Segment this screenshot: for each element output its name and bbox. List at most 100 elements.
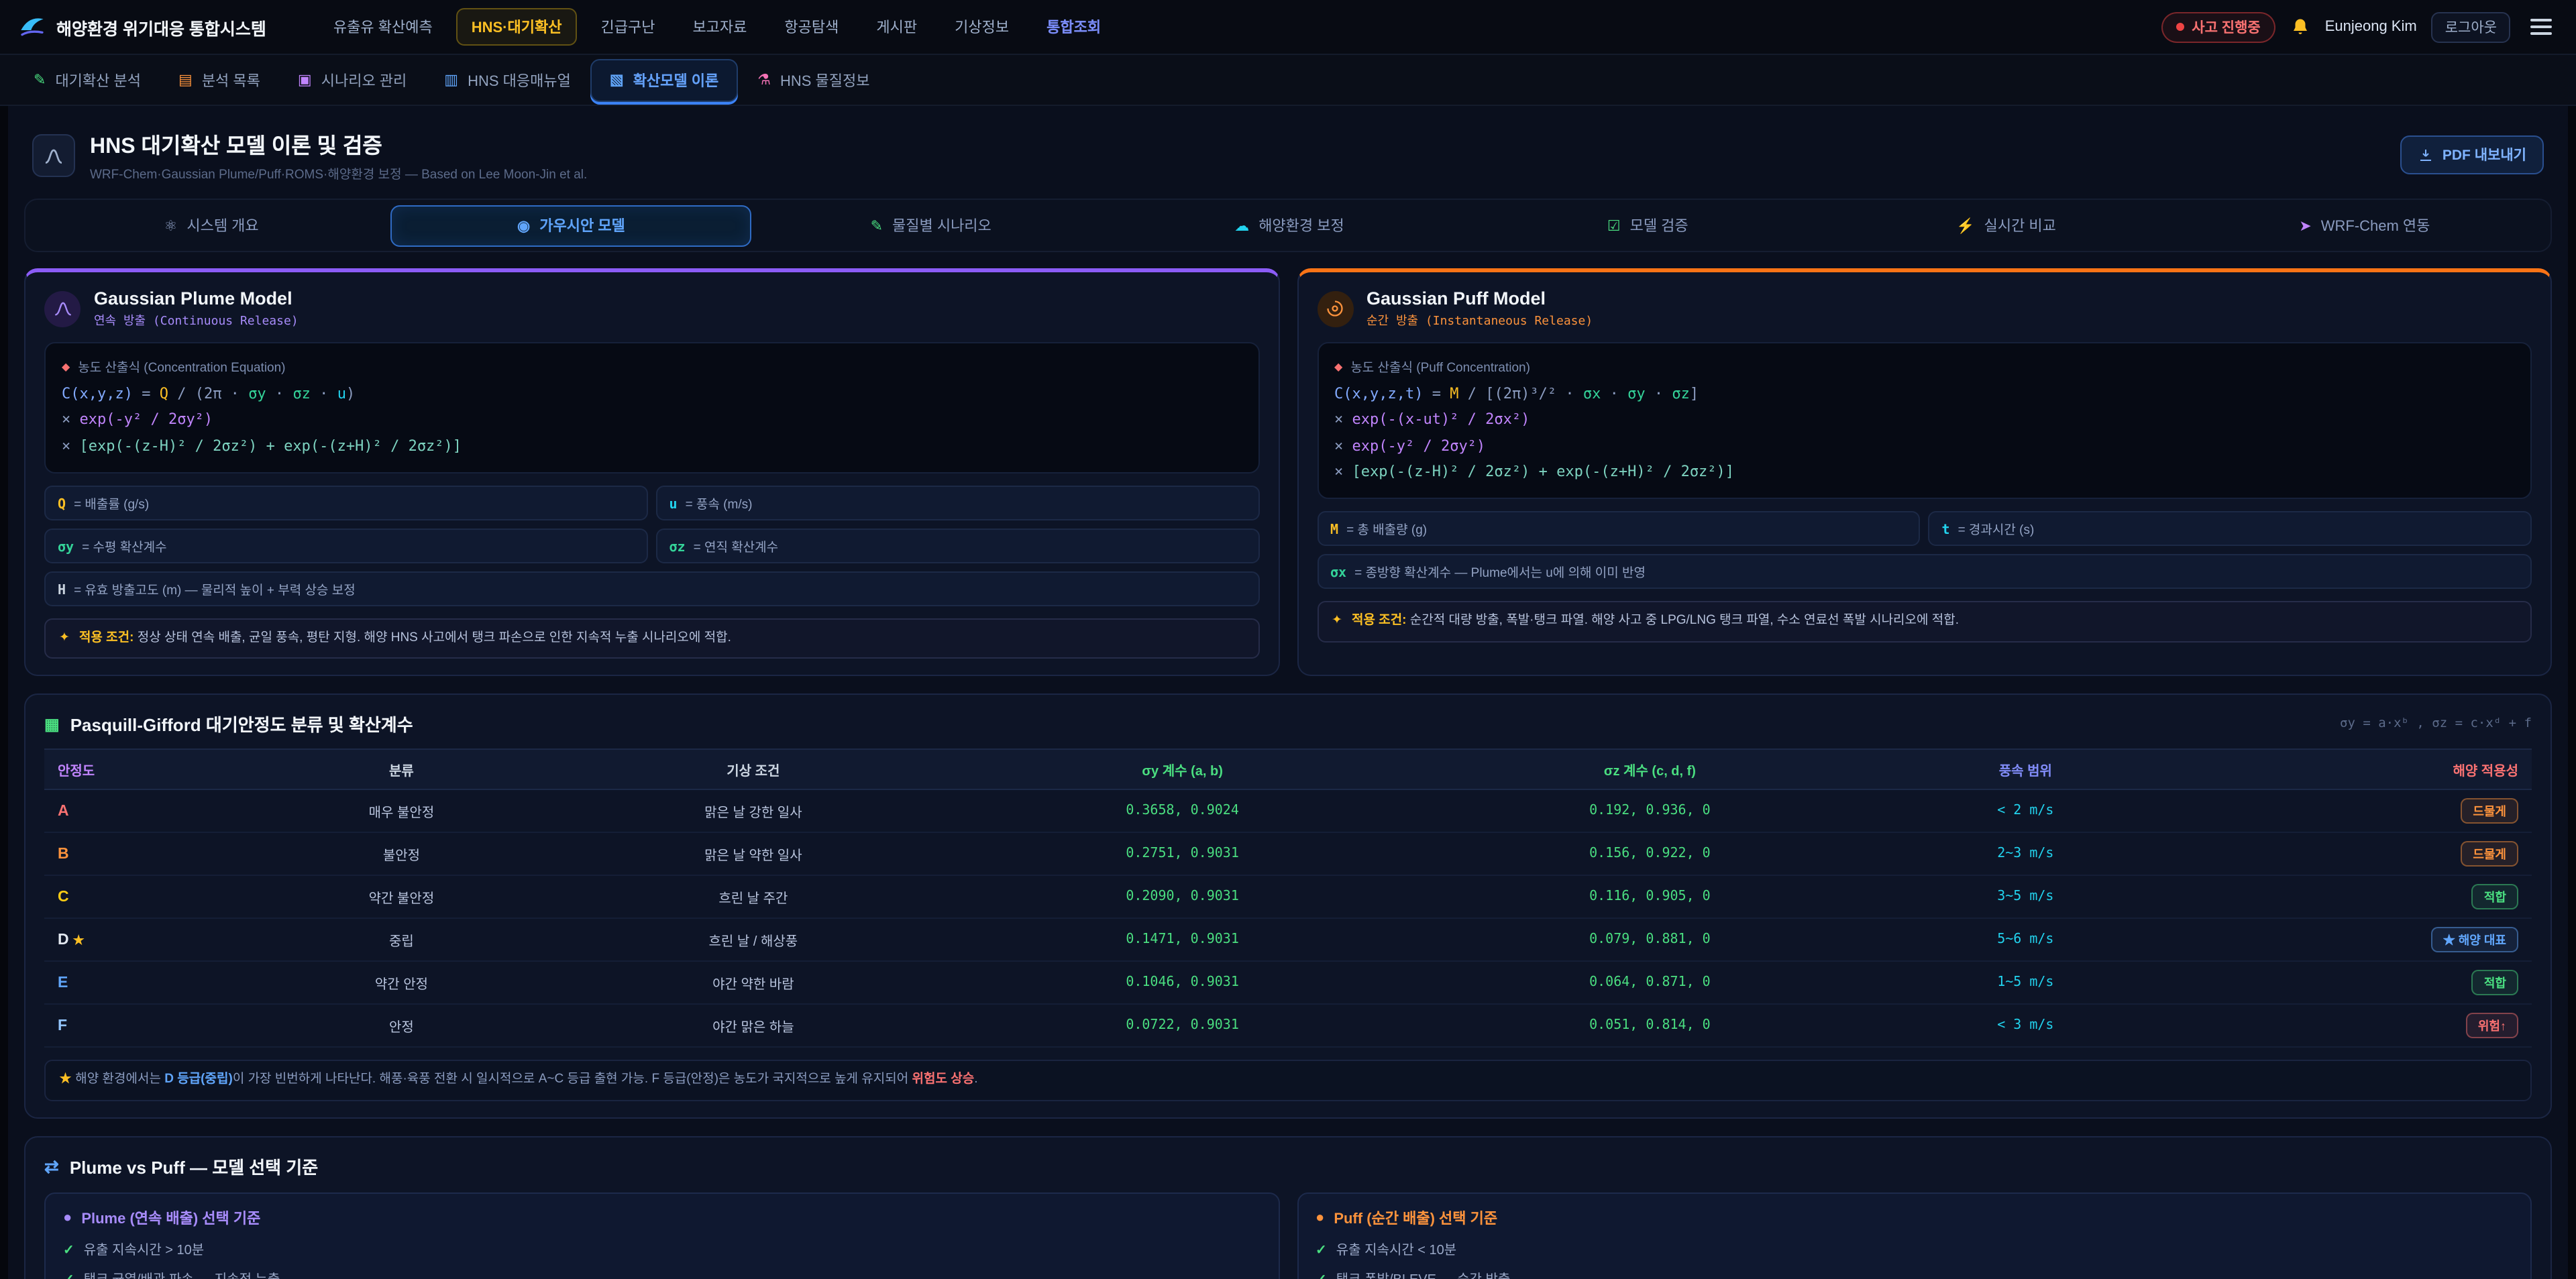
main-menu: 유출유 확산예측 HNS·대기확산 긴급구난 보고자료 항공탐색 게시판 기상정… — [320, 8, 1114, 46]
incident-label: 사고 진행중 — [2192, 17, 2260, 37]
layers-icon: ▣ — [298, 71, 312, 89]
page-title: HNS 대기확산 모델 이론 및 검증 — [90, 127, 587, 160]
gaussian-puff-card: Gaussian Puff Model 순간 방출 (Instantaneous… — [1297, 268, 2552, 677]
rocket-icon: ➤ — [2299, 217, 2311, 234]
param-row-q: Q = 배출률 (g/s) — [44, 486, 648, 520]
criteria-item: ✓유출 지속시간 < 10분 — [1316, 1238, 2513, 1258]
section-tab-bar: ⚛ 시스템 개요 ◉ 가우시안 모델 ✎ 물질별 시나리오 ☁ 해양환경 보정 … — [24, 199, 2552, 252]
chart-icon: ▧ — [610, 71, 624, 89]
subnav-tab-model-theory[interactable]: ▧ 확산모델 이론 — [591, 58, 737, 101]
user-name: Eunjeong Kim — [2325, 19, 2417, 35]
plume-formula-block: ◆ 농도 산출식 (Concentration Equation) C(x,y,… — [44, 342, 1259, 474]
bell-curve-icon — [44, 290, 80, 327]
check-icon: ✓ — [1316, 1273, 1327, 1279]
pin-icon: ◆ — [62, 360, 70, 372]
suitability-badge: 적합 — [2472, 970, 2518, 996]
plume-formula-line-3: × [exp(-(z-H)² / 2σz²) + exp(-(z+H)² / 2… — [62, 433, 1242, 459]
nav-right: 사고 진행중 Eunjeong Kim 로그아웃 — [2161, 11, 2557, 42]
distribution-icon: ◉ — [517, 217, 530, 234]
purple-dot-icon: ● — [63, 1210, 72, 1226]
table-footnote: ★ 해양 환경에서는 D 등급(중립)이 가장 빈번하게 나타난다. 해풍·육풍… — [44, 1060, 2532, 1101]
page-chart-icon — [32, 133, 75, 176]
bar-chart-icon: ▦ — [44, 715, 60, 734]
table-header-row: 안정도 분류 기상 조건 σy 계수 (a, b) σz 계수 (c, d, f… — [44, 750, 2532, 790]
plume-apply-note: ✦ 적용 조건: 정상 상태 연속 배출, 균일 풍속, 평탄 지형. 해양 H… — [44, 618, 1259, 659]
puff-formula-line-2: × exp(-(x-ut)² / 2σx²) — [1334, 407, 2514, 433]
section-tab-gaussian-model[interactable]: ◉ 가우시안 모델 — [390, 205, 751, 246]
menu-item-weather[interactable]: 기상정보 — [941, 9, 1022, 44]
subnav-tab-scenario-manage[interactable]: ▣ 시나리오 관리 — [280, 60, 424, 100]
plume-params: Q = 배출률 (g/s) u = 풍속 (m/s) σy = 수평 확산계수 … — [44, 486, 1259, 606]
puff-apply-note: ✦ 적용 조건: 순간적 대량 방출, 폭발·탱크 파열. 해양 사고 중 LP… — [1317, 601, 2532, 642]
suitability-badge: 적합 — [2472, 885, 2518, 910]
subnav-tab-analysis[interactable]: ✎ 대기확산 분석 — [16, 60, 158, 100]
atom-icon: ⚛ — [164, 217, 178, 234]
menu-item-integrated-search[interactable]: 통합조회 — [1033, 9, 1114, 44]
page-subtitle: WRF-Chem·Gaussian Plume/Puff·ROMS·해양환경 보… — [90, 164, 587, 182]
table-row-f: F 안정야간 맑은 하늘 0.0722, 0.90310.051, 0.814,… — [44, 1005, 2532, 1048]
incident-status-badge[interactable]: 사고 진행중 — [2161, 11, 2275, 42]
pencil-icon: ✎ — [34, 71, 46, 89]
brand: 해양환경 위기대응 통합시스템 — [19, 13, 266, 40]
puff-card-title: Gaussian Puff Model — [1366, 288, 1593, 309]
cloud-icon: ☁ — [1234, 217, 1249, 234]
puff-card-subtitle: 순간 방출 (Instantaneous Release) — [1366, 311, 1593, 329]
check-icon: ✓ — [1316, 1243, 1327, 1258]
menu-item-aerial-search[interactable]: 항공탐색 — [771, 9, 852, 44]
suitability-badge: 위험↑ — [2466, 1013, 2518, 1039]
menu-item-board[interactable]: 게시판 — [863, 9, 930, 44]
puff-formula-line-3: × exp(-y² / 2σy²) — [1334, 433, 2514, 459]
param-row-u: u = 풍속 (m/s) — [656, 486, 1260, 520]
section-tab-substance-scenario[interactable]: ✎ 물질별 시나리오 — [752, 206, 1110, 245]
pin-icon: ◆ — [1334, 360, 1342, 372]
menu-item-hns-diffusion[interactable]: HNS·대기확산 — [457, 8, 577, 46]
puff-formula-line-4: × [exp(-(z-H)² / 2σz²) + exp(-(z+H)² / 2… — [1334, 459, 2514, 485]
plume-formula-line-2: × exp(-y² / 2σy²) — [62, 407, 1242, 433]
section-tab-wrf-chem[interactable]: ➤ WRF-Chem 연동 — [2186, 206, 2544, 245]
bulb-icon: ✦ — [59, 629, 70, 649]
selection-title: ⇄ Plume vs Puff — 모델 선택 기준 — [44, 1154, 2532, 1179]
pencil-icon: ✎ — [871, 217, 883, 234]
model-cards-row: Gaussian Plume Model 연속 방출 (Continuous R… — [24, 268, 2552, 677]
suitability-badge: 드물게 — [2461, 799, 2518, 824]
pdf-export-button[interactable]: PDF 내보내기 — [2401, 135, 2544, 174]
stability-table: 안정도 분류 기상 조건 σy 계수 (a, b) σz 계수 (c, d, f… — [44, 749, 2532, 1048]
param-row-m: M = 총 배출량 (g) — [1317, 511, 1921, 546]
subnav-tab-hns-substance[interactable]: ⚗ HNS 물질정보 — [740, 60, 887, 100]
subnav-tab-hns-manual[interactable]: ▥ HNS 대응매뉴얼 — [427, 60, 588, 100]
puff-criteria-panel: ● Puff (순간 배출) 선택 기준 ✓유출 지속시간 < 10분 ✓탱크 … — [1297, 1192, 2532, 1279]
download-icon — [2418, 147, 2434, 163]
table-row-b: B 불안정맑은 날 약한 일사 0.2751, 0.90310.156, 0.9… — [44, 833, 2532, 876]
section-tab-marine-correction[interactable]: ☁ 해양환경 보정 — [1110, 206, 1468, 245]
bell-icon[interactable] — [2290, 17, 2310, 37]
menu-item-rescue[interactable]: 긴급구난 — [587, 9, 668, 44]
main-content: HNS 대기확산 모델 이론 및 검증 WRF-Chem·Gaussian Pl… — [8, 106, 2568, 1279]
brand-title: 해양환경 위기대응 통합시스템 — [56, 14, 266, 40]
table-row-d: D★ 중립흐린 날 / 해상풍 0.1471, 0.90310.079, 0.8… — [44, 919, 2532, 962]
section-tab-realtime-compare[interactable]: ⚡ 실시간 비교 — [1827, 206, 2185, 245]
param-row-t: t = 경과시간 (s) — [1929, 511, 2532, 546]
table-title: ▦ Pasquill-Gifford 대기안정도 분류 및 확산계수 — [44, 712, 413, 737]
gaussian-plume-card: Gaussian Plume Model 연속 방출 (Continuous R… — [24, 268, 1279, 677]
puff-params: M = 총 배출량 (g) t = 경과시간 (s) σx = 종방향 확산계수… — [1317, 511, 2532, 589]
flask-icon: ⚗ — [757, 71, 771, 89]
subnav-tab-analysis-list[interactable]: ▤ 분석 목록 — [161, 60, 278, 100]
plume-formula-line-1: C(x,y,z) = Q / (2π · σy · σz · u) — [62, 381, 1242, 407]
section-tab-model-validation[interactable]: ☑ 모델 검증 — [1468, 206, 1827, 245]
orange-dot-icon: ● — [1316, 1210, 1324, 1226]
plume-criteria-panel: ● Plume (연속 배출) 선택 기준 ✓유출 지속시간 > 10분 ✓탱크… — [44, 1192, 1279, 1279]
table-row-e: E 약간 안정야간 약한 바람 0.1046, 0.90310.064, 0.8… — [44, 962, 2532, 1005]
model-selection-card: ⇄ Plume vs Puff — 모델 선택 기준 ● Plume (연속 배… — [24, 1136, 2552, 1279]
criteria-item: ✓탱크 균열/배관 파손 — 지속적 누출 — [63, 1268, 1260, 1279]
list-icon: ▤ — [178, 71, 193, 89]
menu-item-reports[interactable]: 보고자료 — [679, 9, 760, 44]
criteria-item: ✓탱크 폭발/BLEVE — 순간 방출 — [1316, 1268, 2513, 1279]
logout-button[interactable]: 로그아웃 — [2432, 11, 2510, 42]
menu-item-oil-spill[interactable]: 유출유 확산예측 — [320, 9, 446, 44]
check-icon: ✓ — [63, 1273, 74, 1279]
book-icon: ▥ — [444, 71, 458, 89]
hamburger-menu-icon[interactable] — [2525, 13, 2557, 40]
puff-swirl-icon — [1317, 290, 1353, 327]
param-row-sigma-z: σz = 연직 확산계수 — [656, 529, 1260, 563]
section-tab-overview[interactable]: ⚛ 시스템 개요 — [32, 206, 390, 245]
